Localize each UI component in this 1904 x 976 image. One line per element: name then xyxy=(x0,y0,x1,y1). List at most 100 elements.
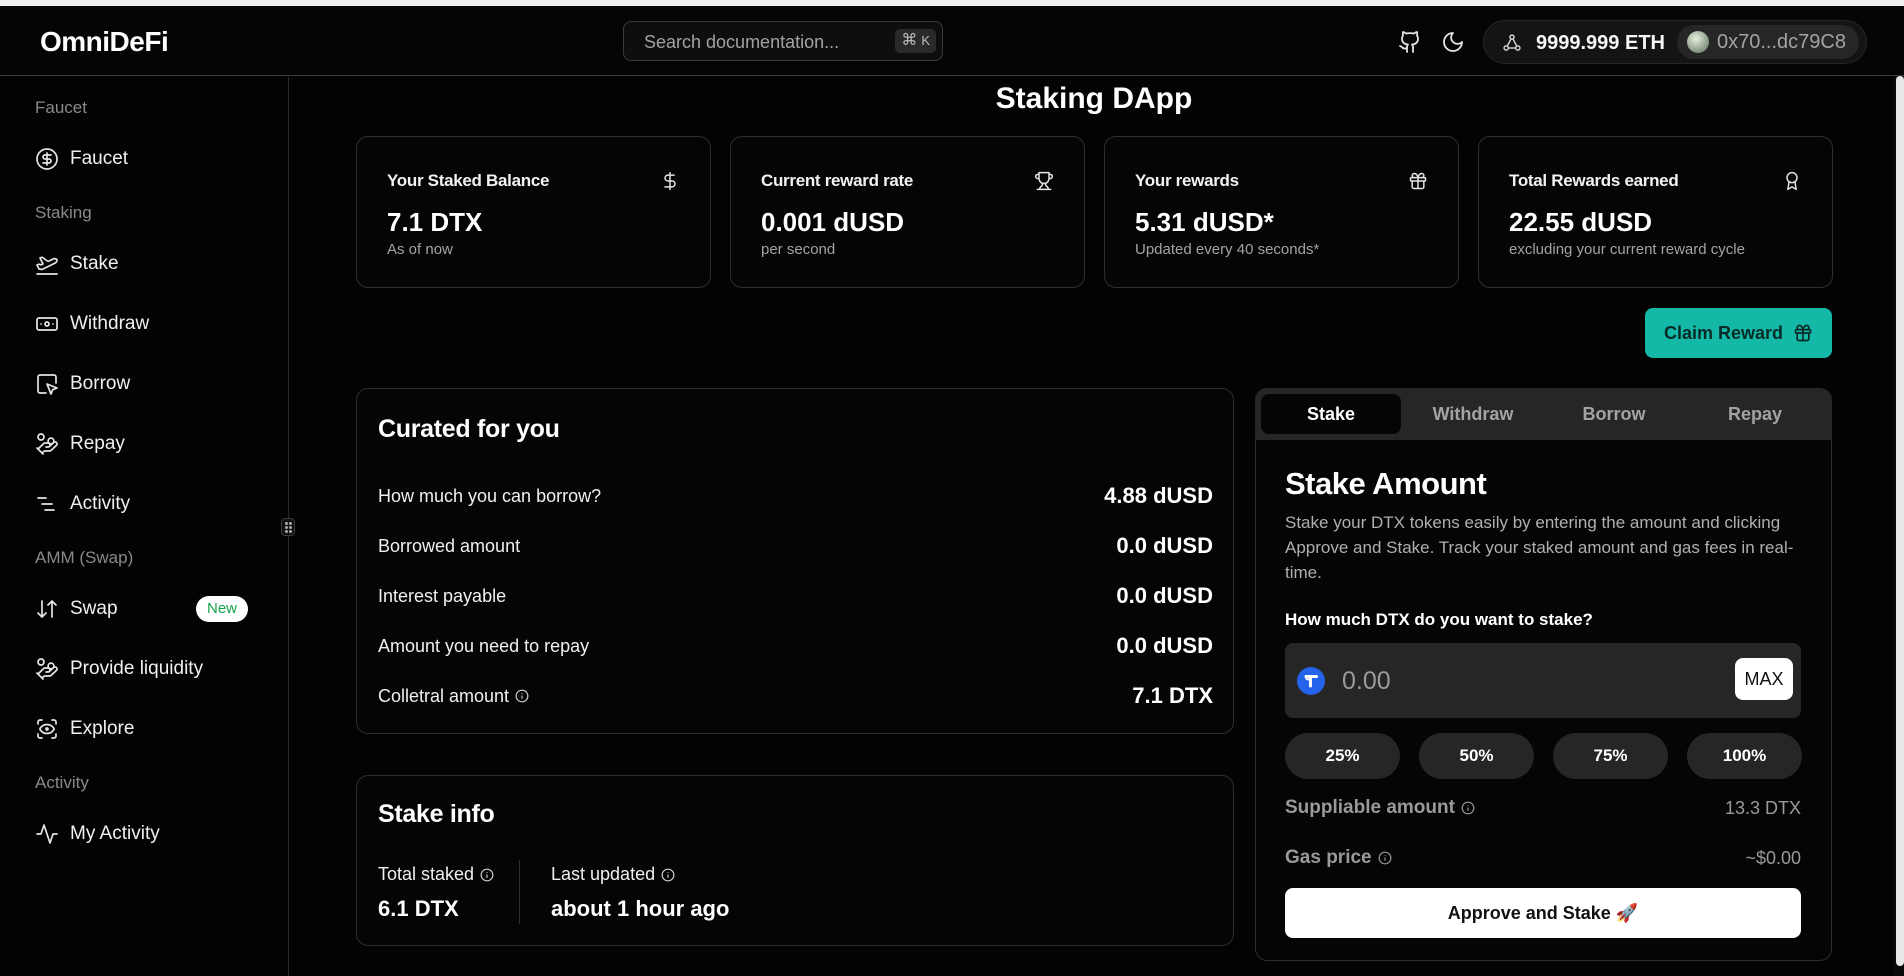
sidebar-item-swap[interactable]: Swap xyxy=(35,593,118,625)
sidebar-resize-handle[interactable] xyxy=(281,518,295,536)
suppliable-amount-row: Suppliable amount 13.3 DTX xyxy=(1285,794,1801,822)
stake-amount-field: MAX xyxy=(1285,643,1801,718)
stat-card-your-rewards: Your rewards 5.31 dUSD* Updated every 40… xyxy=(1104,136,1459,288)
gift-icon xyxy=(1408,171,1428,191)
curated-row: Amount you need to repay 0.0 dUSD xyxy=(378,631,1213,661)
curated-row-label: How much you can borrow? xyxy=(378,485,602,506)
moon-icon[interactable] xyxy=(1441,30,1465,54)
sidebar-item-label: Stake xyxy=(70,253,119,274)
hand-coins-icon xyxy=(36,433,58,455)
stat-subtext: As of now xyxy=(387,241,453,258)
curated-row-label: Colletral amount xyxy=(378,685,510,706)
stat-label: Your Staked Balance xyxy=(387,171,550,190)
sidebar-section-faucet: Faucet xyxy=(35,98,87,117)
sidebar-section-activity: Activity xyxy=(35,773,89,792)
claim-reward-button[interactable]: Claim Reward xyxy=(1645,308,1832,358)
curated-row: Borrowed amount 0.0 dUSD xyxy=(378,531,1213,561)
activity-pulse-icon xyxy=(36,824,58,844)
stat-label: Your rewards xyxy=(1135,171,1239,190)
sidebar-item-explore[interactable]: Explore xyxy=(35,713,134,745)
gas-price-label-group: Gas price xyxy=(1285,847,1392,869)
sidebar-item-provide-liquidity[interactable]: Provide liquidity xyxy=(35,653,203,685)
gas-price-label: Gas price xyxy=(1285,847,1372,868)
stat-card-total-rewards: Total Rewards earned 22.55 dUSD excludin… xyxy=(1478,136,1833,288)
sidebar-item-stake[interactable]: Stake xyxy=(35,248,119,280)
page-scrollbar-thumb[interactable] xyxy=(1896,76,1904,966)
info-icon[interactable] xyxy=(661,868,675,882)
curated-title: Curated for you xyxy=(378,415,560,443)
tab-withdraw[interactable]: Withdraw xyxy=(1403,394,1543,434)
tab-repay[interactable]: Repay xyxy=(1685,394,1825,434)
app-logo[interactable]: OmniDeFi xyxy=(40,26,169,58)
last-updated-label: Last updated xyxy=(551,864,656,884)
dollar-icon xyxy=(660,171,680,191)
banknote-icon xyxy=(36,317,58,331)
sidebar-item-activity[interactable]: Activity xyxy=(35,488,130,520)
dollar-circle-icon xyxy=(36,148,58,170)
tab-borrow[interactable]: Borrow xyxy=(1544,394,1684,434)
curated-row-label-with-info: Colletral amount xyxy=(378,686,529,707)
account-address-pill[interactable]: 0x70...dc79C8 xyxy=(1677,25,1859,59)
dtx-token-icon xyxy=(1297,667,1325,695)
stat-subtext: Updated every 40 seconds* xyxy=(1135,241,1320,258)
sidebar-item-repay[interactable]: Repay xyxy=(35,428,125,460)
sidebar-item-label: Faucet xyxy=(70,148,129,169)
sidebar-item-faucet[interactable]: Faucet xyxy=(35,143,128,175)
last-updated-label-group: Last updated xyxy=(551,864,675,885)
tab-stake[interactable]: Stake xyxy=(1261,394,1401,434)
total-staked-value: 6.1 DTX xyxy=(378,896,459,921)
search-placeholder: Search documentation... xyxy=(644,32,840,52)
sidebar-item-withdraw[interactable]: Withdraw xyxy=(35,308,149,340)
sidebar-item-label: Withdraw xyxy=(70,313,150,334)
stat-label: Total Rewards earned xyxy=(1509,171,1679,190)
wallet-button[interactable]: 9999.999 ETH 0x70...dc79C8 xyxy=(1483,20,1867,64)
search-docs-button[interactable]: Search documentation... ⌘ K xyxy=(623,21,943,61)
curated-card: Curated for you How much you can borrow?… xyxy=(356,388,1234,734)
approve-and-stake-button[interactable]: Approve and Stake 🚀 xyxy=(1285,888,1801,938)
curated-row: Colletral amount 7.1 DTX xyxy=(378,681,1213,711)
action-tabs: Stake Withdraw Borrow Repay xyxy=(1255,388,1832,441)
stat-label: Current reward rate xyxy=(761,171,914,190)
curated-row-value: 0.0 dUSD xyxy=(1116,583,1213,608)
plane-takeoff-icon xyxy=(36,256,58,275)
search-shortcut-kbd: ⌘ K xyxy=(895,29,936,53)
stat-value: 5.31 dUSD* xyxy=(1135,207,1274,237)
info-icon[interactable] xyxy=(515,689,529,703)
stake-amount-input[interactable] xyxy=(1342,665,1702,697)
sidebar-item-borrow[interactable]: Borrow xyxy=(35,368,130,400)
percent-100-button[interactable]: 100% xyxy=(1687,733,1802,779)
eth-balance: 9999.999 ETH xyxy=(1536,32,1665,54)
last-updated-value: about 1 hour ago xyxy=(551,896,730,921)
page-title: Staking DApp xyxy=(995,82,1193,115)
github-icon[interactable] xyxy=(1398,30,1422,54)
max-button[interactable]: MAX xyxy=(1735,658,1793,700)
info-icon[interactable] xyxy=(1461,801,1475,815)
percent-50-button[interactable]: 50% xyxy=(1419,733,1534,779)
gas-price-value: ~$0.00 xyxy=(1745,847,1801,868)
stat-value: 7.1 DTX xyxy=(387,207,483,237)
suppliable-label: Suppliable amount xyxy=(1285,797,1455,818)
stat-value: 22.55 dUSD xyxy=(1509,207,1653,237)
divider xyxy=(519,860,520,924)
percent-25-button[interactable]: 25% xyxy=(1285,733,1400,779)
curated-row-label: Borrowed amount xyxy=(378,535,521,556)
network-icon xyxy=(1502,33,1522,53)
avatar xyxy=(1687,31,1709,53)
suppliable-label-group: Suppliable amount xyxy=(1285,797,1475,819)
hand-coins-icon xyxy=(36,658,58,680)
stat-subtext: excluding your current reward cycle xyxy=(1509,241,1745,258)
sidebar-item-label: Provide liquidity xyxy=(70,658,204,679)
claim-reward-label: Claim Reward xyxy=(1663,322,1784,343)
sidebar-section-amm: AMM (Swap) xyxy=(35,548,134,567)
percent-75-button[interactable]: 75% xyxy=(1553,733,1668,779)
stake-description: Stake your DTX tokens easily by entering… xyxy=(1285,513,1794,582)
sidebar-item-label: My Activity xyxy=(70,823,160,844)
sidebar-item-label: Explore xyxy=(70,718,135,739)
sidebar-item-my-activity[interactable]: My Activity xyxy=(35,818,160,850)
curated-row-value: 4.88 dUSD xyxy=(1104,483,1213,508)
gift-icon xyxy=(1794,324,1812,342)
info-icon[interactable] xyxy=(1378,851,1392,865)
stake-info-title: Stake info xyxy=(378,800,495,828)
info-icon[interactable] xyxy=(480,868,494,882)
curated-row: Interest payable 0.0 dUSD xyxy=(378,581,1213,611)
